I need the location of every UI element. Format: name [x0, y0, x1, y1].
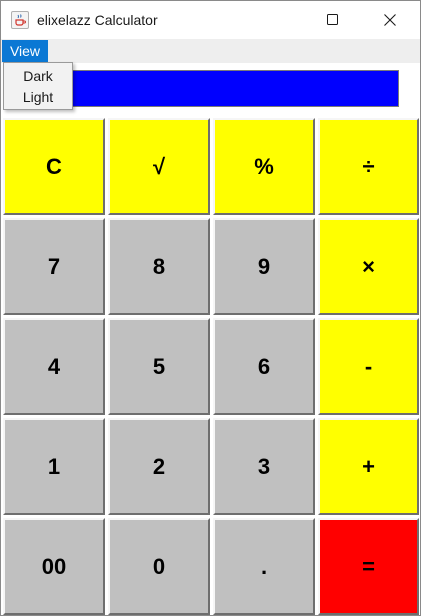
- digit-4-button[interactable]: 4: [3, 318, 105, 415]
- close-icon: [384, 14, 396, 26]
- digit-9-button[interactable]: 9: [213, 218, 315, 315]
- menu-item-light[interactable]: Light: [4, 87, 72, 108]
- multiply-button[interactable]: ×: [318, 218, 419, 315]
- digit-0-button[interactable]: 0: [108, 518, 210, 615]
- calculator-display: [21, 70, 399, 107]
- window-title: elixelazz Calculator: [37, 12, 158, 28]
- keypad: C √ % ÷ 7 8 9 × 4 5 6 - 1 2 3 + 00 0 . =: [3, 118, 419, 615]
- add-button[interactable]: +: [318, 418, 419, 515]
- view-menu-dropdown: Dark Light: [3, 62, 73, 110]
- calculator-window: elixelazz Calculator View Dark Light C √…: [0, 0, 421, 616]
- sqrt-button[interactable]: √: [108, 118, 210, 215]
- digit-7-button[interactable]: 7: [3, 218, 105, 315]
- close-button[interactable]: [367, 1, 413, 39]
- menu-bar: View: [1, 39, 420, 63]
- digit-8-button[interactable]: 8: [108, 218, 210, 315]
- java-cup-icon: [11, 11, 29, 29]
- digit-5-button[interactable]: 5: [108, 318, 210, 415]
- maximize-icon: [327, 14, 338, 25]
- maximize-button[interactable]: [310, 1, 356, 39]
- decimal-point-button[interactable]: .: [213, 518, 315, 615]
- double-zero-button[interactable]: 00: [3, 518, 105, 615]
- digit-1-button[interactable]: 1: [3, 418, 105, 515]
- title-bar[interactable]: elixelazz Calculator: [1, 1, 420, 39]
- menu-view[interactable]: View: [2, 40, 48, 62]
- digit-6-button[interactable]: 6: [213, 318, 315, 415]
- divide-button[interactable]: ÷: [318, 118, 419, 215]
- percent-button[interactable]: %: [213, 118, 315, 215]
- subtract-button[interactable]: -: [318, 318, 419, 415]
- clear-button[interactable]: C: [3, 118, 105, 215]
- digit-2-button[interactable]: 2: [108, 418, 210, 515]
- menu-item-dark[interactable]: Dark: [4, 66, 72, 87]
- equals-button[interactable]: =: [318, 518, 419, 615]
- digit-3-button[interactable]: 3: [213, 418, 315, 515]
